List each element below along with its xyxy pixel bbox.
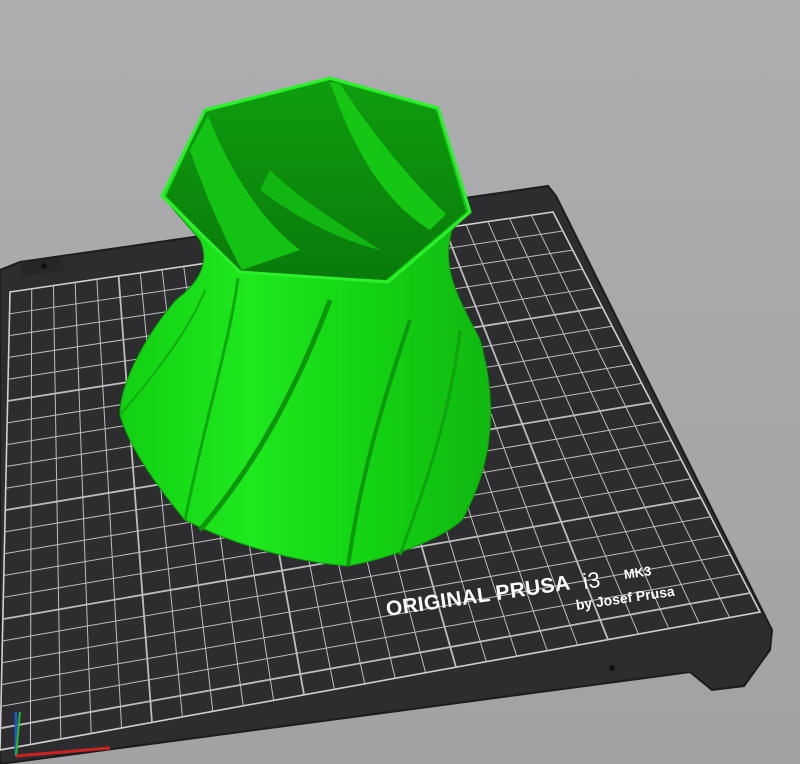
3d-viewport[interactable]: ORIGINAL PRUSA i3 MK3 by Josef Prusa: [0, 0, 800, 764]
scene-canvas[interactable]: [0, 0, 800, 764]
vase-model[interactable]: [119, 76, 491, 567]
bed-logo-model: i3: [581, 566, 602, 595]
